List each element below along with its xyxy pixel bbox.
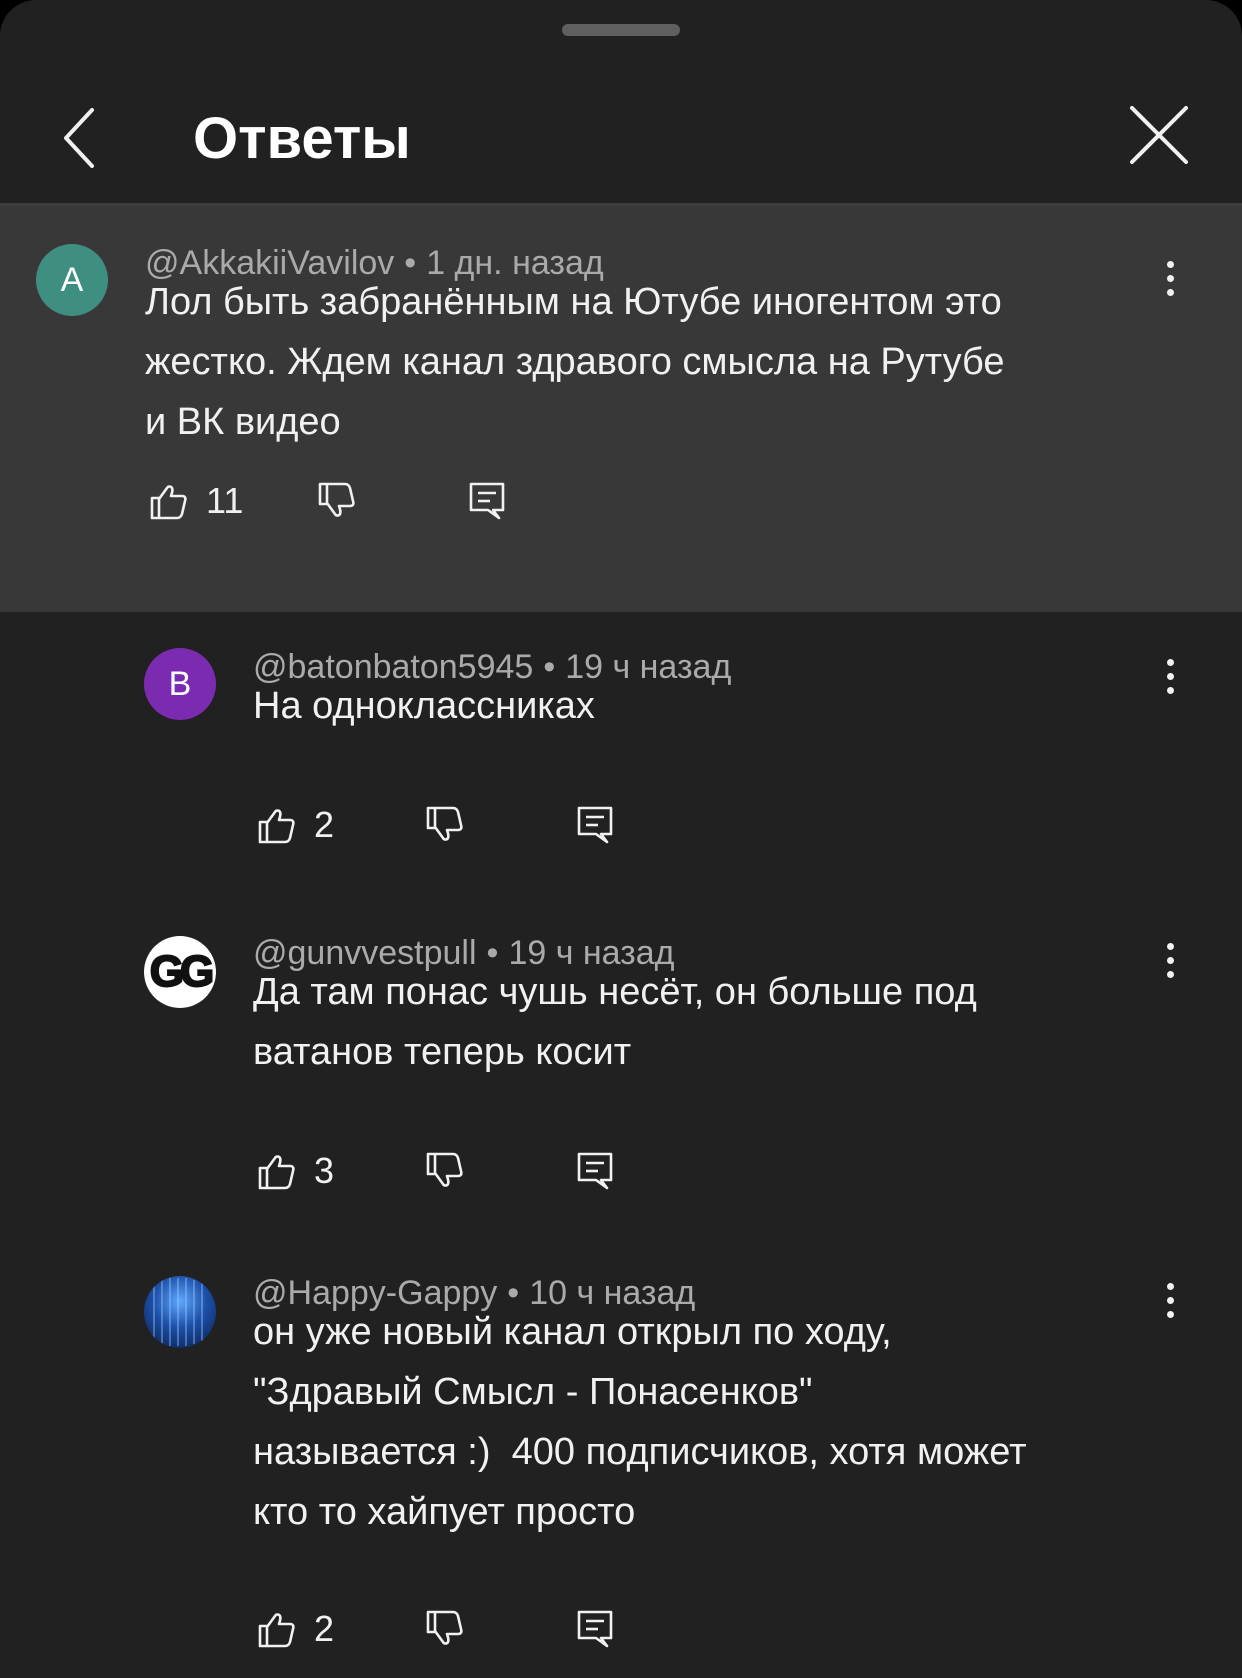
reply-comment: @Happy-Gappy • 10 ч назад он уже новый кан… — [0, 1232, 1242, 1678]
thumbs-down-icon — [426, 1610, 463, 1645]
like-button[interactable]: 11 — [148, 476, 243, 526]
reply-button[interactable] — [574, 800, 616, 850]
comment-line: "Здравый Смысл - Понасенков" — [253, 1371, 813, 1413]
like-button[interactable]: 3 — [256, 1146, 334, 1196]
comment-line: кто то хайпует просто — [253, 1491, 636, 1533]
back-button[interactable] — [52, 96, 118, 180]
avatar[interactable]: B — [144, 648, 216, 720]
comment-line: называется :) 400 подписчиков, хотя може… — [253, 1431, 1027, 1473]
comment-line: он уже новый канал открыл по ходу, — [253, 1311, 892, 1353]
avatar-letter: A — [60, 260, 84, 299]
reply-comment: GG @gunvvestpull • 19 ч назад Да там понас… — [0, 892, 1242, 1232]
comment-actions: 11 — [148, 476, 548, 526]
avatar[interactable]: GG — [144, 936, 216, 1008]
more-vertical-icon — [1166, 1282, 1174, 1290]
dislike-button[interactable] — [424, 1604, 466, 1654]
thumbs-down-icon — [426, 806, 463, 841]
comment-line: Да там понас чушь несёт, он больше под — [253, 971, 977, 1013]
comment-actions: 2 — [256, 800, 656, 850]
comment-text: Да там понас чушь несёт, он больше под в… — [253, 962, 1242, 1082]
thumbs-up-icon — [258, 1155, 295, 1190]
comment-line: На одноклассниках — [253, 685, 595, 727]
dislike-button[interactable] — [424, 800, 466, 850]
comment-text: Лол быть забранённым на Ютубе иногентом … — [145, 272, 1145, 452]
comment-text: На одноклассниках — [253, 676, 1242, 736]
avatar[interactable]: A — [36, 244, 108, 316]
comment-actions: 3 — [256, 1146, 656, 1196]
reply-comment: B @batonbaton5945 • 19 ч назад На одноклас… — [0, 612, 1242, 892]
comment-reply-icon — [577, 806, 613, 844]
comment-line: жестко. Ждем канал здравого смысла на Ру… — [145, 341, 1005, 383]
drag-handle[interactable] — [562, 24, 680, 36]
reply-button[interactable] — [466, 476, 508, 526]
avatar-image — [153, 1278, 203, 1346]
page-title: Ответы — [193, 106, 411, 171]
more-vertical-icon — [1166, 260, 1174, 268]
like-button[interactable]: 2 — [256, 1604, 334, 1654]
thumbs-up-icon — [258, 809, 295, 844]
thumbs-down-icon — [426, 1152, 463, 1187]
reply-button[interactable] — [574, 1604, 616, 1654]
comment-line: и ВК видео — [145, 401, 341, 443]
like-button[interactable]: 2 — [256, 800, 334, 850]
close-button[interactable] — [1124, 100, 1194, 170]
like-count: 11 — [206, 480, 244, 521]
avatar-letter: GG — [149, 946, 215, 997]
reply-button[interactable] — [574, 1146, 616, 1196]
avatar[interactable] — [144, 1276, 216, 1348]
dislike-button[interactable] — [316, 476, 358, 526]
comment-reply-icon — [577, 1610, 613, 1648]
chevron-left-icon — [64, 108, 94, 168]
parent-comment: A @AkkakiiVavilov • 1 дн. назад Лол быть з… — [0, 206, 1242, 612]
thumbs-up-icon — [258, 1613, 295, 1648]
comment-actions: 2 — [256, 1604, 656, 1654]
more-dot — [1166, 274, 1174, 282]
avatar-letter: B — [168, 664, 192, 703]
comment-reply-icon — [469, 482, 505, 520]
more-vertical-icon — [1166, 658, 1174, 666]
more-dot — [1166, 288, 1174, 296]
more-vertical-icon — [1166, 942, 1174, 950]
like-count: 2 — [314, 804, 335, 845]
header: Ответы — [0, 60, 1242, 202]
close-icon — [1130, 106, 1188, 164]
comment-line: ватанов теперь косит — [253, 1031, 632, 1073]
like-count: 3 — [314, 1150, 335, 1191]
comment-text: он уже новый канал открыл по ходу, "Здра… — [253, 1302, 1242, 1542]
like-count: 2 — [314, 1608, 335, 1649]
comment-reply-icon — [577, 1152, 613, 1190]
dislike-button[interactable] — [424, 1146, 466, 1196]
thumbs-down-icon — [318, 482, 355, 517]
comment-line: Лол быть забранённым на Ютубе иногентом … — [145, 281, 1002, 323]
thumbs-up-icon — [150, 485, 187, 520]
replies-sheet: Ответы A @AkkakiiVavilov • 1 дн. назад Лол… — [0, 0, 1242, 1678]
more-button[interactable] — [1150, 248, 1190, 308]
